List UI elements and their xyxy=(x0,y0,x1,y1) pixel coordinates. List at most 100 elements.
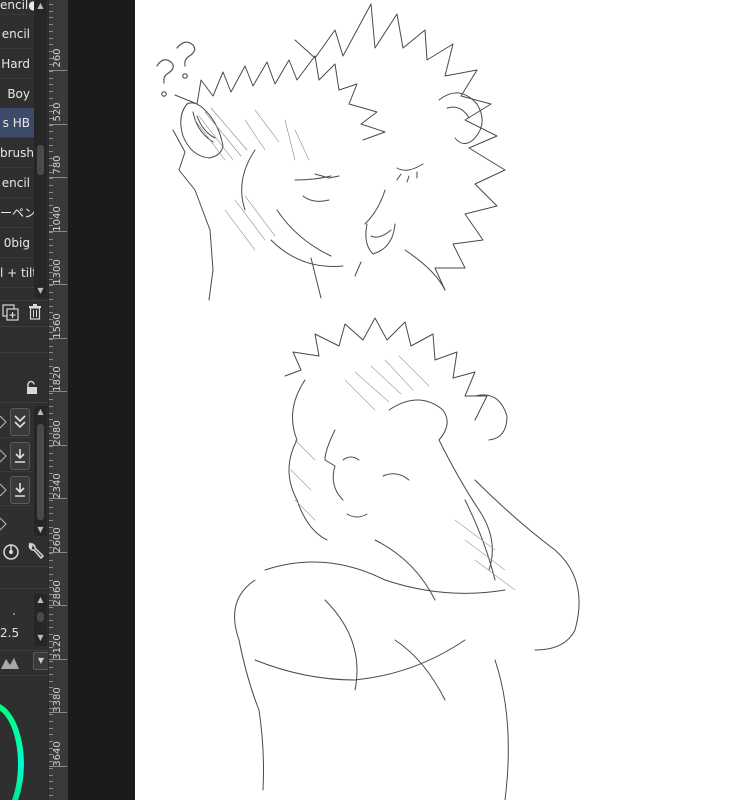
ruler-label: 520 xyxy=(52,101,63,122)
visibility-diamond-icon[interactable] xyxy=(0,414,8,430)
brush-list-scrollbar[interactable]: ▲ ▼ xyxy=(34,0,47,298)
ruler-label: 780 xyxy=(52,155,63,175)
ruler-tick xyxy=(49,674,53,675)
scroll-down-icon[interactable]: ▼ xyxy=(34,524,47,536)
drawing-canvas[interactable] xyxy=(135,0,747,800)
divider xyxy=(0,352,48,353)
ruler-tick xyxy=(49,131,53,133)
property-scrollbar[interactable]: ▲ ▼ xyxy=(34,594,47,646)
brush-item-1[interactable]: encil xyxy=(0,19,34,49)
ruler-tick xyxy=(49,459,53,461)
brush-shape-icon[interactable] xyxy=(0,655,24,671)
divider xyxy=(0,650,48,651)
ruler-label: 3640 xyxy=(52,740,63,767)
ruler-label: 2340 xyxy=(52,473,63,499)
vertical-ruler: 260 520 780 1040 1300 1560 1820 2080 2340 2600 286… xyxy=(48,0,69,800)
wrench-icon[interactable] xyxy=(25,540,47,562)
divider xyxy=(0,588,48,589)
ruler-tick xyxy=(49,138,53,139)
ruler-tick xyxy=(49,24,53,26)
ruler-tick xyxy=(49,466,53,468)
divider xyxy=(0,675,48,676)
brush-item-2[interactable]: Hard xyxy=(0,49,34,79)
ruler-tick xyxy=(49,720,53,722)
scroll-up-icon[interactable]: ▲ xyxy=(34,0,47,12)
ruler-tick xyxy=(49,84,53,86)
ruler-label: 2860 xyxy=(52,580,63,606)
scroll-down-icon[interactable]: ▼ xyxy=(34,632,47,644)
figure-lower-shading xyxy=(290,355,516,591)
scroll-up-icon[interactable]: ▲ xyxy=(34,594,47,606)
brush-shape-dropdown[interactable]: ▼ xyxy=(33,652,48,670)
ruler-tick xyxy=(49,787,53,789)
ruler-tick xyxy=(49,734,53,736)
ruler-tick xyxy=(49,30,53,32)
merge-button[interactable] xyxy=(10,408,30,436)
lock-icon[interactable] xyxy=(24,380,40,396)
ruler-tick xyxy=(49,4,53,5)
ruler-tick xyxy=(49,513,53,515)
layer-scrollbar[interactable]: ▲ ▼ xyxy=(34,406,47,536)
ruler-tick xyxy=(49,399,53,401)
question-marks-annotation xyxy=(156,41,196,97)
divider xyxy=(0,402,48,403)
brush-item-5[interactable]: brush xyxy=(0,138,34,168)
scrollbar-thumb[interactable] xyxy=(37,612,44,622)
ruler-tick xyxy=(49,620,53,622)
ruler-label: 1040 xyxy=(52,205,63,232)
canvas-margin xyxy=(68,0,135,800)
color-wheel-icon[interactable] xyxy=(0,702,24,800)
ruler-label: 1300 xyxy=(52,259,63,285)
scrollbar-thumb[interactable] xyxy=(37,424,44,520)
ruler-tick xyxy=(49,245,53,247)
divider xyxy=(0,326,48,327)
ruler-tick xyxy=(49,17,53,19)
duplicate-icon[interactable] xyxy=(0,302,20,322)
ruler-tick xyxy=(49,794,53,796)
brush-item-7[interactable]: ーペン xyxy=(0,198,34,228)
ruler-tick xyxy=(49,305,53,307)
ruler-tick xyxy=(49,627,53,629)
download-button[interactable] xyxy=(10,442,30,470)
brush-item-6[interactable]: encil xyxy=(0,168,34,198)
brush-size-value[interactable]: 2.5 xyxy=(0,626,20,640)
brush-list: encil● encil Hard Boy s HB brush encil ー… xyxy=(0,0,34,300)
ruler-tick xyxy=(49,452,53,454)
ruler-tick xyxy=(49,519,53,521)
ruler-tick xyxy=(49,573,53,575)
ruler-tick xyxy=(49,298,53,300)
scrollbar-thumb[interactable] xyxy=(37,145,44,175)
layer-row[interactable] xyxy=(0,406,34,438)
ruler-label: 1820 xyxy=(52,366,63,392)
ruler-label: 260 xyxy=(52,48,63,68)
brush-item-3[interactable]: Boy xyxy=(0,79,34,109)
brush-item-0[interactable]: encil● xyxy=(0,0,34,15)
visibility-diamond-icon[interactable] xyxy=(0,482,8,498)
ruler-tick xyxy=(49,352,53,354)
layer-row[interactable] xyxy=(0,440,34,472)
ruler-label: 2600 xyxy=(52,526,63,553)
scroll-up-icon[interactable]: ▲ xyxy=(34,406,47,418)
double-chevron-down-icon xyxy=(14,415,26,429)
brush-item-4-selected[interactable]: s HB xyxy=(0,108,34,138)
ruler-tick xyxy=(49,359,53,361)
download-button[interactable] xyxy=(10,476,30,504)
ruler-tick xyxy=(49,781,53,783)
ruler-label: 1560 xyxy=(52,312,63,339)
figure-lower xyxy=(234,317,580,800)
brush-item-8[interactable]: 0big xyxy=(0,228,34,258)
scroll-down-icon[interactable]: ▼ xyxy=(34,285,47,297)
layer-row[interactable] xyxy=(0,474,34,506)
ruler-tick xyxy=(49,238,53,240)
figure-right-head xyxy=(294,3,506,291)
visibility-diamond-icon[interactable] xyxy=(0,516,8,532)
ruler-tick xyxy=(49,613,53,615)
brush-item-9[interactable]: l + tilt xyxy=(0,258,34,288)
ruler-label: 3380 xyxy=(52,687,63,713)
ruler-tick xyxy=(49,506,53,508)
ruler-tick xyxy=(49,251,53,253)
visibility-diamond-icon[interactable] xyxy=(0,448,8,464)
ruler-tick xyxy=(49,37,53,39)
trash-icon[interactable] xyxy=(26,302,46,322)
dial-icon[interactable] xyxy=(0,540,22,562)
